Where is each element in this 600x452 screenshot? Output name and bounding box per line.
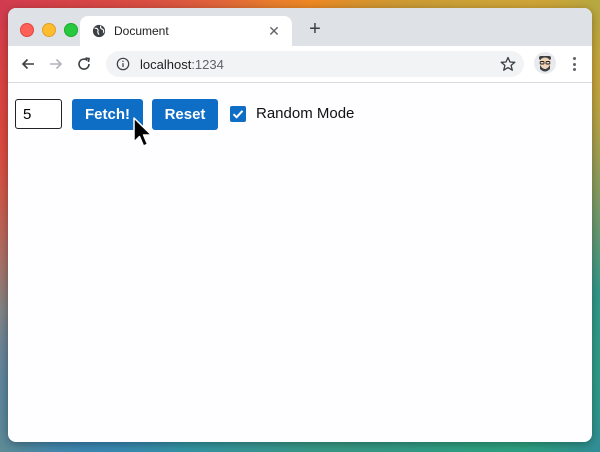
url-port: :1234: [191, 56, 224, 72]
new-tab-button[interactable]: +: [304, 18, 326, 40]
mouse-pointer-icon: [133, 117, 153, 147]
page-content: Fetch! Reset Random Mode: [8, 83, 592, 442]
tab-strip: Document ✕ +: [8, 8, 592, 46]
reload-icon: [78, 57, 90, 70]
random-mode-label: Random Mode: [256, 105, 355, 122]
avatar-icon[interactable]: [534, 52, 556, 74]
reload-button[interactable]: [74, 54, 94, 74]
kebab-menu-icon[interactable]: [568, 54, 580, 74]
url-text: localhost:1234: [140, 57, 224, 72]
browser-toolbar: localhost:1234: [8, 46, 592, 83]
close-tab-icon[interactable]: ✕: [266, 23, 282, 39]
tab-title: Document: [114, 24, 169, 38]
tab-document[interactable]: Document ✕: [80, 16, 292, 46]
random-mode-checkbox[interactable]: [230, 106, 246, 122]
forward-arrow-icon: [50, 58, 63, 70]
menu-dot: [572, 57, 576, 60]
star-icon[interactable]: [500, 56, 516, 72]
info-icon[interactable]: [116, 57, 130, 71]
minimize-window-button[interactable]: [42, 23, 56, 37]
checkmark-icon: [232, 110, 244, 119]
reset-button[interactable]: Reset: [152, 99, 218, 130]
back-arrow-icon: [21, 58, 34, 70]
menu-dot: [572, 62, 576, 66]
url-host: localhost: [140, 56, 192, 72]
count-input[interactable]: [15, 99, 62, 129]
forward-button[interactable]: [46, 54, 66, 74]
menu-dot: [572, 68, 576, 71]
globe-icon: [92, 24, 106, 38]
window-controls: [20, 23, 78, 37]
address-bar[interactable]: localhost:1234: [106, 51, 524, 77]
close-window-button[interactable]: [20, 23, 34, 37]
browser-window: Document ✕ + localhost:1234 5 Fetch! Res…: [8, 8, 592, 442]
back-button[interactable]: [18, 54, 38, 74]
maximize-window-button[interactable]: [64, 23, 78, 37]
